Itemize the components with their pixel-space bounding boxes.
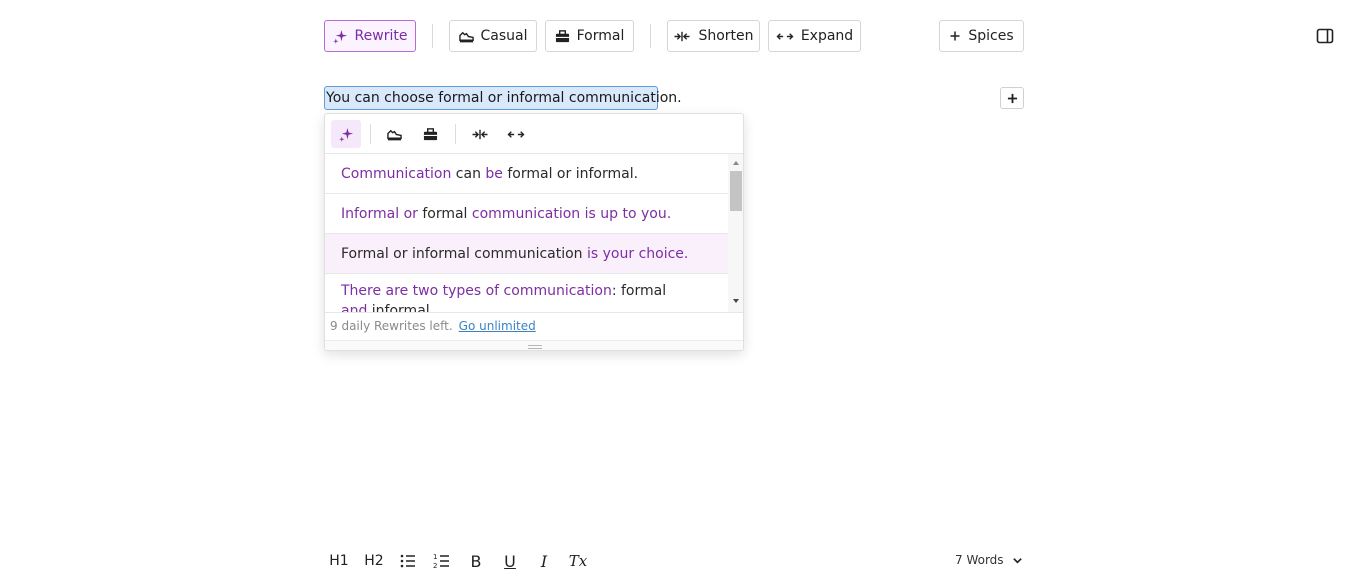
chevron-down-icon bbox=[1012, 557, 1022, 564]
heading-1-button[interactable]: H1 bbox=[327, 549, 351, 573]
h2-label: H2 bbox=[364, 553, 384, 569]
unchanged-text-segment: can bbox=[451, 166, 486, 182]
changed-text-segment: There are two types of communication bbox=[341, 283, 612, 299]
expand-arrows-icon bbox=[507, 130, 525, 138]
toolbar-divider bbox=[432, 24, 433, 48]
expand-button[interactable]: Expand bbox=[768, 20, 861, 52]
formal-label: Formal bbox=[576, 28, 625, 44]
spices-label: Spices bbox=[968, 28, 1014, 44]
grip-line bbox=[528, 348, 542, 349]
casual-button[interactable]: Casual bbox=[449, 20, 537, 52]
bullet-list-icon bbox=[400, 554, 415, 568]
rewrite-button[interactable]: Rewrite bbox=[324, 20, 416, 52]
quota-text: 9 daily Rewrites left. bbox=[330, 319, 453, 333]
unchanged-text-segment: informal. bbox=[367, 303, 435, 312]
expand-label: Expand bbox=[800, 28, 854, 44]
suggestion-list: Communication can be formal or informal.… bbox=[325, 154, 728, 312]
underline-button[interactable]: U bbox=[498, 549, 522, 573]
selected-sentence[interactable]: You can choose formal or informal commun… bbox=[324, 86, 682, 110]
popup-toolbar bbox=[325, 114, 743, 154]
bullet-list-button[interactable] bbox=[396, 549, 420, 573]
sparkle-icon bbox=[338, 127, 353, 142]
rewrite-quota-footer: 9 daily Rewrites left. Go unlimited bbox=[325, 312, 743, 340]
popup-formal-button[interactable] bbox=[415, 120, 445, 148]
suggestion-item[interactable]: Formal or informal communication is your… bbox=[325, 234, 728, 274]
popup-divider bbox=[455, 124, 456, 144]
scroll-up-arrow-icon[interactable] bbox=[731, 158, 741, 168]
italic-button[interactable]: I bbox=[532, 549, 556, 573]
insert-block-button[interactable] bbox=[1000, 87, 1024, 109]
formal-button[interactable]: Formal bbox=[545, 20, 634, 52]
sneaker-icon bbox=[458, 31, 474, 42]
casual-label: Casual bbox=[480, 28, 528, 44]
svg-text:2: 2 bbox=[433, 562, 437, 570]
svg-text:1: 1 bbox=[433, 553, 437, 561]
numbered-list-icon: 12 bbox=[433, 553, 449, 570]
changed-text-segment: communication is up to you. bbox=[471, 206, 672, 222]
suggestion-item[interactable]: Communication can be formal or informal. bbox=[325, 154, 728, 194]
scrollbar-thumb[interactable] bbox=[730, 171, 742, 211]
word-count-label: 7 Words bbox=[955, 553, 1004, 567]
popup-divider bbox=[370, 124, 371, 144]
italic-label: I bbox=[540, 551, 548, 571]
popup-shorten-button[interactable] bbox=[465, 120, 495, 148]
shorten-arrows-icon bbox=[674, 31, 690, 41]
scroll-down-arrow-icon[interactable] bbox=[731, 296, 741, 306]
briefcase-icon bbox=[555, 29, 569, 42]
unchanged-text-segment: : formal bbox=[611, 283, 667, 299]
toolbar-divider bbox=[650, 24, 651, 48]
changed-text-segment: be bbox=[485, 166, 503, 182]
side-panel-toggle-icon[interactable] bbox=[1316, 27, 1334, 45]
clear-formatting-label: Tx bbox=[568, 552, 588, 570]
bold-button[interactable]: B bbox=[464, 549, 488, 573]
grip-line bbox=[528, 345, 542, 346]
underline-label: U bbox=[504, 551, 516, 571]
go-unlimited-link[interactable]: Go unlimited bbox=[459, 319, 536, 333]
h1-label: H1 bbox=[329, 553, 349, 569]
popup-casual-button[interactable] bbox=[379, 120, 409, 148]
bold-label: B bbox=[470, 551, 482, 571]
clear-formatting-button[interactable]: Tx bbox=[566, 549, 590, 573]
changed-text-segment: Communication bbox=[341, 166, 452, 182]
word-count-dropdown[interactable]: 7 Words bbox=[955, 549, 1023, 571]
plus-icon bbox=[950, 31, 960, 41]
sneaker-icon bbox=[386, 129, 402, 140]
unchanged-text-segment: Formal or informal communication bbox=[341, 246, 587, 262]
shorten-arrows-icon bbox=[472, 129, 488, 139]
suggestion-item[interactable]: Informal or formal communication is up t… bbox=[325, 194, 728, 234]
unchanged-text-segment: formal or informal. bbox=[502, 166, 639, 182]
unchanged-text-segment: formal bbox=[417, 206, 472, 222]
heading-2-button[interactable]: H2 bbox=[362, 549, 386, 573]
briefcase-icon bbox=[423, 127, 437, 140]
popup-expand-button[interactable] bbox=[501, 120, 531, 148]
changed-text-segment: is your choice. bbox=[587, 246, 689, 262]
changed-text-segment: and bbox=[341, 303, 368, 312]
changed-text-segment: Informal or bbox=[341, 206, 418, 222]
plus-icon bbox=[1007, 93, 1017, 103]
rewrite-suggestions-popup: Communication can be formal or informal.… bbox=[324, 113, 744, 351]
suggestion-item[interactable]: There are two types of communication: fo… bbox=[325, 274, 728, 312]
shorten-label: Shorten bbox=[698, 28, 754, 44]
rewrite-label: Rewrite bbox=[354, 28, 408, 44]
sparkle-icon bbox=[332, 29, 347, 44]
numbered-list-button[interactable]: 12 bbox=[430, 549, 454, 573]
shorten-button[interactable]: Shorten bbox=[667, 20, 760, 52]
spices-button[interactable]: Spices bbox=[939, 20, 1024, 52]
expand-arrows-icon bbox=[776, 32, 794, 40]
resize-grip[interactable] bbox=[325, 340, 743, 350]
popup-rewrite-button[interactable] bbox=[331, 120, 361, 148]
